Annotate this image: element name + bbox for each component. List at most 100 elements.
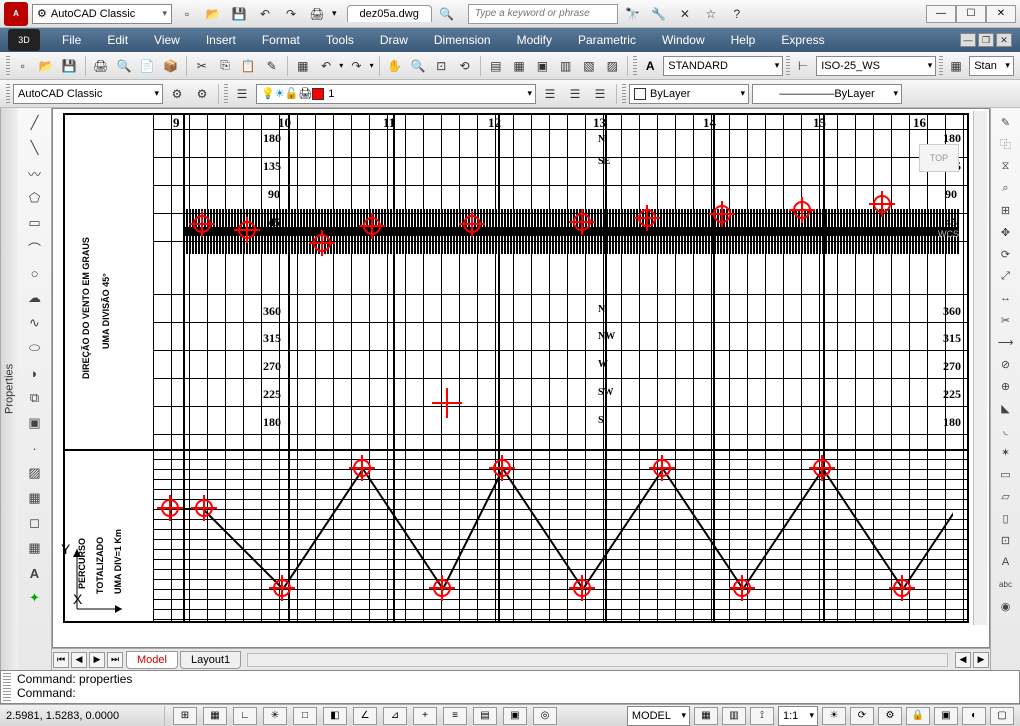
search-icon[interactable]: 🔍 <box>436 3 458 25</box>
hardware-accel[interactable]: ▣ <box>934 707 958 725</box>
xline-icon[interactable]: ╲ <box>23 137 47 159</box>
break-icon[interactable]: ⊘ <box>995 354 1017 374</box>
qview-layouts[interactable]: ▦ <box>694 707 718 725</box>
viewcube[interactable]: TOP <box>919 144 959 172</box>
tp-icon[interactable]: ▣ <box>532 55 552 77</box>
ducs-toggle[interactable]: ⊿ <box>383 707 407 725</box>
extend-icon[interactable]: ⟶ <box>995 332 1017 352</box>
color-dropdown[interactable]: ByLayer <box>629 84 749 104</box>
redo2-icon[interactable]: ↷ <box>346 55 366 77</box>
tab-prev[interactable]: ◀ <box>71 652 87 668</box>
zoom-win-icon[interactable]: ⊡ <box>431 55 451 77</box>
model-space-button[interactable]: MODEL <box>627 706 690 726</box>
dimstyle-dropdown[interactable]: ISO-25_WS <box>816 56 936 76</box>
layer-prev-icon[interactable]: ☰ <box>589 83 611 105</box>
anno-scale[interactable]: 1:1 <box>778 706 818 726</box>
textstyle-icon[interactable]: A <box>640 55 660 77</box>
hscroll-left[interactable]: ◀ <box>955 652 971 668</box>
menu-window[interactable]: Window <box>650 30 717 50</box>
layer-iso-icon[interactable]: ☰ <box>564 83 586 105</box>
close-button[interactable]: ✕ <box>986 5 1016 23</box>
open2-icon[interactable]: 📂 <box>36 55 56 77</box>
binoculars-icon[interactable]: 🔭 <box>622 3 644 25</box>
tool2-icon[interactable]: ▱ <box>995 486 1017 506</box>
table-icon[interactable]: ▦ <box>23 537 47 559</box>
tool1-icon[interactable]: ▭ <box>995 464 1017 484</box>
tool6-icon[interactable]: abc <box>995 574 1017 594</box>
save-icon[interactable]: 💾 <box>228 3 250 25</box>
tab-layout1[interactable]: Layout1 <box>180 651 241 669</box>
tablestyle-dropdown[interactable]: Stan <box>969 56 1014 76</box>
tool7-icon[interactable]: ◉ <box>995 596 1017 616</box>
tablestyle-icon[interactable]: ▦ <box>946 55 966 77</box>
vscrollbar[interactable] <box>973 111 987 625</box>
ortho-toggle[interactable]: ∟ <box>233 707 257 725</box>
layer-state-icon[interactable]: ☰ <box>539 83 561 105</box>
drawing-canvas[interactable]: 9 10 11 12 13 14 15 16 /*placeholder*/ <box>52 108 990 648</box>
menu-tools[interactable]: Tools <box>314 30 366 50</box>
revcloud-icon[interactable]: ☁ <box>23 287 47 309</box>
grid-toggle[interactable]: ▦ <box>203 707 227 725</box>
spline-icon[interactable]: ∿ <box>23 312 47 334</box>
ws-my-icon[interactable]: ⚙ <box>191 83 213 105</box>
polar-toggle[interactable]: ✳ <box>263 707 287 725</box>
app-icon[interactable]: A <box>4 2 28 26</box>
hscroll-right[interactable]: ▶ <box>973 652 989 668</box>
search-input[interactable] <box>468 4 618 24</box>
dyn-toggle[interactable]: + <box>413 707 437 725</box>
bedit-icon[interactable]: ▦ <box>293 55 313 77</box>
new-icon[interactable]: ▫ <box>176 3 198 25</box>
ssm-icon[interactable]: ▥ <box>556 55 576 77</box>
mdi-minimize[interactable]: — <box>960 33 976 47</box>
plot-icon[interactable]: 🖨 <box>90 55 110 77</box>
menu-format[interactable]: Format <box>250 30 312 50</box>
arc-icon[interactable]: ⌒ <box>23 237 47 259</box>
menu-edit[interactable]: Edit <box>95 30 140 50</box>
qp-toggle[interactable]: ▣ <box>503 707 527 725</box>
mdi-restore[interactable]: ❐ <box>978 33 994 47</box>
file-tab[interactable]: dez05a.dwg <box>347 5 432 22</box>
textstyle-dropdown[interactable]: STANDARD <box>663 56 783 76</box>
props-icon[interactable]: ▤ <box>486 55 506 77</box>
cmd-prompt[interactable]: Command: <box>17 686 1013 700</box>
linetype-dropdown[interactable]: ————— ByLayer <box>752 84 902 104</box>
menu-parametric[interactable]: Parametric <box>566 30 648 50</box>
coords[interactable]: 2.5981, 1.5283, 0.0000 <box>6 710 156 722</box>
polygon-icon[interactable]: ⬠ <box>23 187 47 209</box>
qcalc-icon[interactable]: ▨ <box>602 55 622 77</box>
layer-props-icon[interactable]: ☰ <box>231 83 253 105</box>
explode-icon[interactable]: ✶ <box>995 442 1017 462</box>
tool5-icon[interactable]: A <box>995 552 1017 572</box>
anno-vis[interactable]: ☀ <box>822 707 846 725</box>
help-icon[interactable]: ? <box>726 3 748 25</box>
qnew-icon[interactable]: ▫ <box>13 55 33 77</box>
publish-icon[interactable]: 📄 <box>137 55 157 77</box>
clean-screen[interactable]: ▢ <box>990 707 1014 725</box>
tab-model[interactable]: Model <box>126 651 178 669</box>
ellipse-arc-icon[interactable]: ◗ <box>23 362 47 384</box>
anno-scale-icon[interactable]: ⟟ <box>750 707 774 725</box>
properties-palette-handle[interactable]: Properties <box>0 108 18 670</box>
menu-express[interactable]: Express <box>769 30 836 50</box>
lwt-toggle[interactable]: ≡ <box>443 707 467 725</box>
workspace2-dropdown[interactable]: AutoCAD Classic <box>13 84 163 104</box>
print-icon[interactable]: 🖨 <box>306 3 328 25</box>
menu-insert[interactable]: Insert <box>194 30 248 50</box>
ws-switch[interactable]: ⚙ <box>878 707 902 725</box>
array-icon[interactable]: ⊞ <box>995 200 1017 220</box>
fillet-icon[interactable]: ◟ <box>995 420 1017 440</box>
paste-icon[interactable]: 📋 <box>238 55 258 77</box>
workspace-dropdown[interactable]: ⚙AutoCAD Classic <box>32 4 172 24</box>
undo-icon[interactable]: ↶ <box>254 3 276 25</box>
mtext-icon[interactable]: A <box>23 562 47 584</box>
chamfer-icon[interactable]: ◣ <box>995 398 1017 418</box>
exchange-icon[interactable]: ✕ <box>674 3 696 25</box>
rectangle-icon[interactable]: ▭ <box>23 212 47 234</box>
qview-drawings[interactable]: ▥ <box>722 707 746 725</box>
erase-icon[interactable]: ✎ <box>995 112 1017 132</box>
trim-icon[interactable]: ✂ <box>995 310 1017 330</box>
pan-icon[interactable]: ✋ <box>385 55 405 77</box>
gradient-icon[interactable]: ▦ <box>23 487 47 509</box>
stretch-icon[interactable]: ↔ <box>995 288 1017 308</box>
layer-dropdown[interactable]: 💡☀🔓🖨 1 <box>256 84 536 104</box>
